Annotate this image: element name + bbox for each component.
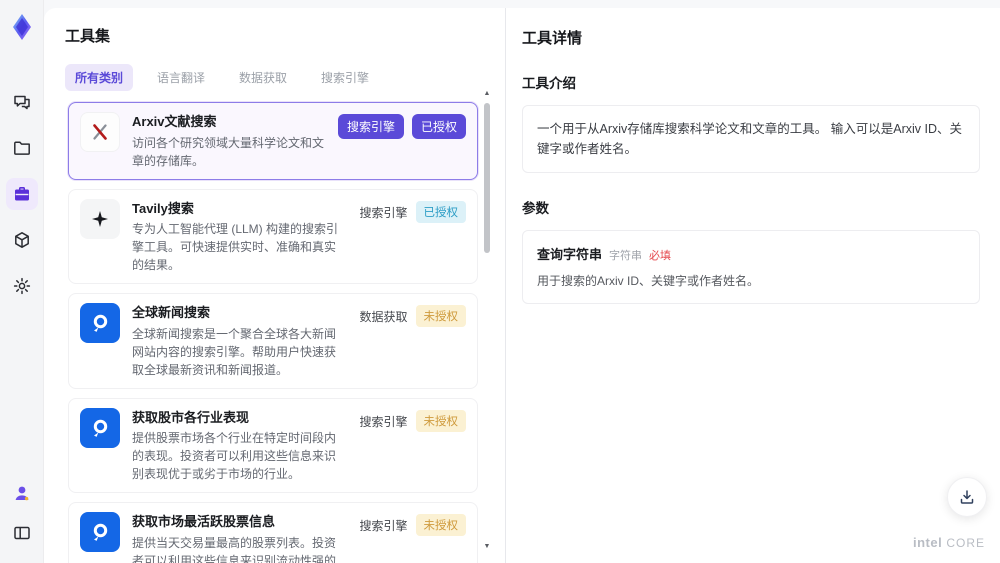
detail-title: 工具详情 bbox=[522, 30, 583, 47]
avatar-icon bbox=[15, 486, 28, 501]
category-tabs: 所有类别 语言翻译 数据获取 搜索引擎 bbox=[65, 64, 505, 91]
sidebar-item-files[interactable] bbox=[6, 132, 38, 164]
tool-name: Arxiv文献搜索 bbox=[132, 114, 217, 129]
chat-icon bbox=[13, 95, 30, 110]
auth-status-badge[interactable]: 已授权 bbox=[411, 114, 466, 139]
sidebar-item-settings[interactable] bbox=[6, 270, 38, 302]
toolbox-icon bbox=[14, 187, 29, 201]
search-app-icon bbox=[80, 303, 120, 343]
brand-core: core bbox=[946, 536, 985, 550]
tool-description: 全球新闻搜索是一个聚合全球各大新闻网站内容的搜索引擎。帮助用户快速获取全球最新资… bbox=[132, 326, 337, 377]
tool-name: 获取市场最活跃股票信息 bbox=[132, 514, 276, 529]
param-box: 查询字符串 字符串 必填 用于搜索的Arxiv ID、关键字或作者姓名。 bbox=[522, 230, 980, 304]
intro-text: 一个用于从Arxiv存储库搜索科学论文和文章的工具。 输入可以是Arxiv ID… bbox=[537, 122, 963, 156]
tool-name: 全球新闻搜索 bbox=[132, 305, 211, 320]
tool-name: Tavily搜索 bbox=[132, 200, 194, 216]
scroll-down-arrow-icon[interactable]: ▼ bbox=[483, 543, 491, 551]
tab-all-categories[interactable]: 所有类别 bbox=[65, 64, 134, 91]
search-app-icon bbox=[80, 512, 120, 552]
tool-card-badges: 数据获取 未授权 bbox=[359, 303, 466, 379]
tool-card-tavily[interactable]: Tavily搜索 专为人工智能代理 (LLM) 构建的搜索引擎工具。可快速提供实… bbox=[68, 188, 478, 284]
tool-description: 专为人工智能代理 (LLM) 构建的搜索引擎工具。可快速提供实时、准确和真实的结… bbox=[132, 222, 339, 272]
param-name: 查询字符串 bbox=[537, 247, 603, 262]
tool-card-sector-performance[interactable]: 获取股市各行业表现 提供股票市场各个行业在特定时间段内的表现。投资者可以利用这些… bbox=[68, 397, 478, 493]
sidebar-nav bbox=[5, 86, 38, 302]
tool-card-body: 获取股市各行业表现 提供股票市场各个行业在特定时间段内的表现。投资者可以利用这些… bbox=[132, 408, 347, 484]
intro-heading: 工具介绍 bbox=[522, 76, 576, 91]
category-label: 搜索引擎 bbox=[359, 205, 408, 220]
tool-card-body: 全球新闻搜索 全球新闻搜索是一个聚合全球各大新闻网站内容的搜索引擎。帮助用户快速… bbox=[132, 303, 347, 379]
app-window: 工具集 所有类别 语言翻译 数据获取 搜索引擎 Arxiv文献搜索 访问各个研究… bbox=[0, 0, 1000, 563]
list-scrollbar: ▲ ▼ bbox=[483, 90, 491, 553]
brand-intel: intel bbox=[912, 535, 943, 550]
content-area: 工具集 所有类别 语言翻译 数据获取 搜索引擎 Arxiv文献搜索 访问各个研究… bbox=[44, 8, 1000, 563]
category-label: 搜索引擎 bbox=[359, 414, 408, 429]
intro-box: 一个用于从Arxiv存储库搜索科学论文和文章的工具。 输入可以是Arxiv ID… bbox=[522, 105, 980, 173]
page-title: 工具集 bbox=[65, 28, 111, 45]
search-app-icon bbox=[80, 407, 120, 448]
sidebar-item-chat[interactable] bbox=[6, 86, 38, 118]
auth-status-badge: 未授权 bbox=[415, 409, 466, 432]
tool-list-panel: 工具集 所有类别 语言翻译 数据获取 搜索引擎 Arxiv文献搜索 访问各个研究… bbox=[44, 8, 505, 563]
intel-core-logo: intel core bbox=[913, 535, 985, 550]
auth-status-badge: 未授权 bbox=[415, 305, 466, 327]
tool-card-badges: 搜索引擎 已授权 bbox=[337, 112, 466, 170]
tool-card-body: Arxiv文献搜索 访问各个研究领域大量科学论文和文章的存储库。 bbox=[132, 112, 326, 170]
app-logo-icon bbox=[12, 14, 31, 40]
tool-description: 提供当天交易量最高的股票列表。投资者可以利用这些信息来识别流动性强的股票和潜在的… bbox=[132, 535, 337, 563]
tool-description: 访问各个研究领域大量科学论文和文章的存储库。 bbox=[132, 135, 325, 168]
arxiv-logo-icon bbox=[80, 112, 120, 152]
param-required-flag: 必填 bbox=[649, 250, 672, 262]
sidebar-item-packages[interactable] bbox=[6, 224, 38, 256]
tab-language-translation[interactable]: 语言翻译 bbox=[147, 64, 215, 91]
tool-card-badges: 搜索引擎 未授权 bbox=[359, 512, 466, 563]
param-header-row: 查询字符串 字符串 必填 bbox=[537, 244, 965, 263]
gear-icon bbox=[13, 277, 30, 295]
user-avatar-button[interactable] bbox=[6, 477, 38, 509]
tool-card-badges: 搜索引擎 未授权 bbox=[359, 408, 466, 484]
auth-status-badge: 未授权 bbox=[415, 514, 466, 536]
sidebar-item-toolset[interactable] bbox=[5, 178, 38, 210]
panel-toggle-icon bbox=[13, 526, 30, 540]
tool-description: 提供股票市场各个行业在特定时间段内的表现。投资者可以利用这些信息来识别表现优于或… bbox=[132, 431, 337, 481]
param-description: 用于搜索的Arxiv ID、关键字或作者姓名。 bbox=[537, 274, 760, 288]
scroll-up-arrow-icon[interactable]: ▲ bbox=[483, 90, 491, 98]
tool-card-list: Arxiv文献搜索 访问各个研究领域大量科学论文和文章的存储库。 搜索引擎 已授… bbox=[68, 102, 478, 563]
download-button[interactable] bbox=[947, 477, 987, 517]
tool-detail-panel: 工具详情 工具介绍 一个用于从Arxiv存储库搜索科学论文和文章的工具。 输入可… bbox=[505, 8, 1000, 563]
tool-card-global-news[interactable]: 全球新闻搜索 全球新闻搜索是一个聚合全球各大新闻网站内容的搜索引擎。帮助用户快速… bbox=[68, 293, 478, 389]
sparkle-icon bbox=[80, 198, 120, 239]
category-label: 搜索引擎 bbox=[359, 519, 408, 533]
param-type: 字符串 bbox=[609, 250, 643, 262]
tab-search-engine[interactable]: 搜索引擎 bbox=[311, 64, 379, 91]
scrollbar-thumb[interactable] bbox=[484, 103, 490, 253]
auth-status-badge: 已授权 bbox=[415, 200, 466, 223]
params-heading: 参数 bbox=[522, 201, 549, 216]
category-badge[interactable]: 搜索引擎 bbox=[337, 114, 404, 139]
tab-data-acquisition[interactable]: 数据获取 bbox=[229, 64, 297, 91]
category-label: 数据获取 bbox=[359, 310, 408, 324]
tool-card-arxiv[interactable]: Arxiv文献搜索 访问各个研究领域大量科学论文和文章的存储库。 搜索引擎 已授… bbox=[68, 102, 478, 180]
left-sidebar bbox=[0, 0, 44, 563]
tool-card-most-active-stocks[interactable]: 获取市场最活跃股票信息 提供当天交易量最高的股票列表。投资者可以利用这些信息来识… bbox=[68, 502, 478, 563]
tool-card-body: Tavily搜索 专为人工智能代理 (LLM) 构建的搜索引擎工具。可快速提供实… bbox=[132, 199, 347, 275]
package-icon bbox=[14, 232, 29, 248]
tool-name: 获取股市各行业表现 bbox=[132, 409, 250, 425]
download-icon bbox=[960, 490, 974, 504]
sidebar-bottom bbox=[6, 477, 38, 549]
tool-card-badges: 搜索引擎 已授权 bbox=[359, 199, 466, 275]
folder-icon bbox=[13, 141, 30, 155]
collapse-panel-button[interactable] bbox=[6, 517, 38, 549]
tool-card-body: 获取市场最活跃股票信息 提供当天交易量最高的股票列表。投资者可以利用这些信息来识… bbox=[132, 512, 347, 563]
